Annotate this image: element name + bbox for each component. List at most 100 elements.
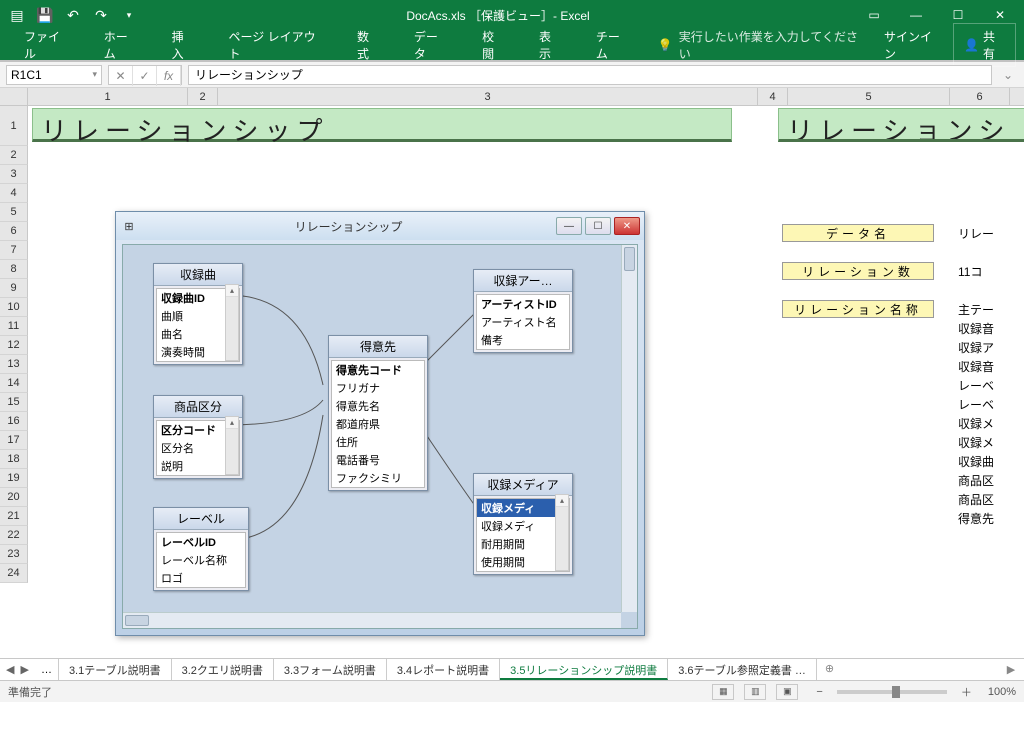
sheet-tab[interactable]: 3.2クエリ説明書 (172, 659, 274, 680)
relwin-canvas[interactable]: 収録曲 収録曲ID 曲順 曲名 演奏時間 ▴ 商品区分 区分コード 区分名 説明… (122, 244, 638, 629)
relwin-vscroll[interactable] (621, 245, 637, 612)
tab-insert[interactable]: 挿入 (156, 22, 211, 68)
row-header[interactable]: 9 (0, 279, 28, 298)
relwin-titlebar[interactable]: ⊞ リレーションシップ — ☐ ✕ (116, 212, 644, 240)
cell-value[interactable]: 11コ (954, 261, 986, 282)
enter-fx-button[interactable]: ✓ (133, 66, 157, 86)
row-header[interactable]: 6 (0, 222, 28, 241)
tab-file[interactable]: ファイル (8, 22, 86, 68)
col-header[interactable]: 3 (218, 88, 758, 105)
field[interactable]: レーベル名称 (157, 551, 245, 569)
relwin-maximize[interactable]: ☐ (585, 217, 611, 235)
cell-value[interactable]: レーベ (954, 375, 998, 396)
row-header[interactable]: 2 (0, 146, 28, 165)
row-header[interactable]: 15 (0, 393, 28, 412)
relwin-minimize[interactable]: — (556, 217, 582, 235)
sheet-scroll-right[interactable]: ▶ (998, 659, 1024, 680)
cell-value[interactable]: 主テー (954, 299, 998, 320)
cell-value[interactable]: 商品区 (954, 489, 998, 510)
field[interactable]: 電話番号 (332, 451, 424, 469)
field[interactable]: 収録メディ (477, 499, 555, 517)
ribbon-options-icon[interactable]: ▭ (854, 3, 894, 27)
label-data-name[interactable]: データ名 (782, 224, 934, 242)
table-box[interactable]: 収録曲 収録曲ID 曲順 曲名 演奏時間 ▴ (153, 263, 243, 365)
share-button[interactable]: 👤 共有 (953, 23, 1016, 67)
row-header[interactable]: 10 (0, 298, 28, 317)
sheet-tab[interactable]: 3.3フォーム説明書 (274, 659, 387, 680)
row-header[interactable]: 13 (0, 355, 28, 374)
field[interactable]: 得意先コード (332, 361, 424, 379)
table-box[interactable]: 収録アー… アーティストID アーティスト名 備考 (473, 269, 573, 353)
tab-pagelayout[interactable]: ページ レイアウト (213, 22, 339, 68)
cell-value[interactable]: 商品区 (954, 470, 998, 491)
row-header[interactable]: 24 (0, 564, 28, 583)
field[interactable]: 曲名 (157, 325, 225, 343)
cancel-fx-button[interactable]: ✕ (109, 66, 133, 86)
sheet-prev-icon[interactable]: ◀ (6, 663, 14, 676)
view-pagelayout-button[interactable]: ▥ (744, 684, 766, 700)
cell-title-2[interactable]: リレーションシ (778, 108, 1024, 142)
sheet-next-icon[interactable]: ▶ (20, 663, 28, 676)
label-relation-names[interactable]: リレーション名称 (782, 300, 934, 318)
table-box[interactable]: 商品区分 区分コード 区分名 説明 ▴ (153, 395, 243, 479)
cell-value[interactable]: 得意先 (954, 508, 998, 529)
signin-link[interactable]: サインイン (874, 28, 951, 62)
field[interactable]: 曲順 (157, 307, 225, 325)
formula-expand[interactable]: ⌄ (998, 68, 1018, 82)
cell-title-1[interactable]: リレーションシップ (32, 108, 732, 142)
row-header[interactable]: 18 (0, 450, 28, 469)
row-header[interactable]: 11 (0, 317, 28, 336)
field[interactable]: 耐用期間 (477, 535, 555, 553)
row-header[interactable]: 4 (0, 184, 28, 203)
label-relation-count[interactable]: リレーション数 (782, 262, 934, 280)
field[interactable]: 収録メディ (477, 517, 555, 535)
table-scrollbar[interactable]: ▴ (225, 284, 239, 361)
sheet-tab[interactable]: 3.4レポート説明書 (387, 659, 500, 680)
view-normal-button[interactable]: ▦ (712, 684, 734, 700)
table-box[interactable]: レーベル レーベルID レーベル名称 ロゴ (153, 507, 249, 591)
col-header[interactable]: 2 (188, 88, 218, 105)
name-box[interactable]: R1C1 ▾ (6, 65, 102, 85)
tab-team[interactable]: チーム (580, 22, 646, 68)
row-header[interactable]: 22 (0, 526, 28, 545)
col-header[interactable]: 6 (950, 88, 1010, 105)
field[interactable]: アーティストID (477, 295, 569, 313)
zoom-value[interactable]: 100% (988, 686, 1016, 698)
field[interactable]: 得意先名 (332, 397, 424, 415)
row-header[interactable]: 12 (0, 336, 28, 355)
zoom-in-button[interactable]: ＋ (961, 684, 972, 700)
tab-data[interactable]: データ (398, 22, 464, 68)
relwin-hscroll[interactable] (123, 612, 621, 628)
row-header[interactable]: 16 (0, 412, 28, 431)
row-header[interactable]: 14 (0, 374, 28, 393)
tell-me-box[interactable]: 💡 実行したい作業を入力してください (648, 28, 870, 62)
cell-value[interactable]: 収録音 (954, 318, 998, 339)
tab-home[interactable]: ホーム (88, 22, 154, 68)
field[interactable]: ロゴ (157, 569, 245, 587)
table-scrollbar[interactable]: ▴ (225, 416, 239, 475)
field[interactable]: 区分名 (157, 439, 225, 457)
cell-value[interactable]: 収録曲 (954, 451, 998, 472)
field[interactable]: ファクシミリ (332, 469, 424, 487)
row-header[interactable]: 19 (0, 469, 28, 488)
table-scrollbar[interactable]: ▴ (555, 494, 569, 571)
minimize-button[interactable]: — (896, 3, 936, 27)
worksheet-grid[interactable]: 123456789101112131415161718192021222324 … (0, 106, 1024, 658)
row-header[interactable]: 23 (0, 545, 28, 564)
col-header[interactable]: 5 (788, 88, 950, 105)
cell-value[interactable]: 収録音 (954, 356, 998, 377)
cell-value[interactable]: 収録メ (954, 432, 998, 453)
formula-bar[interactable]: リレーションシップ (188, 65, 992, 85)
field[interactable]: レーベルID (157, 533, 245, 551)
field[interactable]: フリガナ (332, 379, 424, 397)
row-header[interactable]: 8 (0, 260, 28, 279)
sheet-tab[interactable]: 3.5リレーションシップ説明書 (500, 659, 668, 680)
field[interactable]: 収録曲ID (157, 289, 225, 307)
sheet-more[interactable]: … (35, 659, 59, 680)
field[interactable]: 使用期間 (477, 553, 555, 571)
col-header[interactable]: 1 (28, 88, 188, 105)
cell-value[interactable]: 収録メ (954, 413, 998, 434)
row-header[interactable]: 5 (0, 203, 28, 222)
row-header[interactable]: 3 (0, 165, 28, 184)
field[interactable]: 備考 (477, 331, 569, 349)
